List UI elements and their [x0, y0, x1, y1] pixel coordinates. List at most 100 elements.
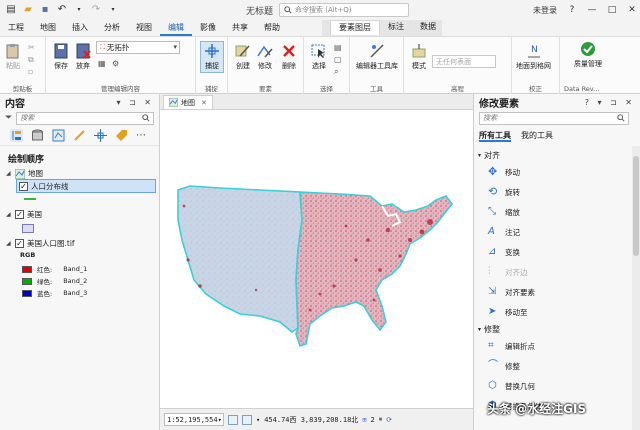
chevron-down-icon[interactable]: ▾ — [256, 416, 260, 424]
scroll-thumb[interactable] — [633, 156, 639, 256]
login-status[interactable]: 未登录 — [533, 5, 557, 16]
copy-path-icon[interactable]: ▫ — [28, 67, 33, 76]
align-feature-icon: ⇲ — [488, 286, 497, 297]
create-icon — [235, 45, 250, 57]
tool-reshape[interactable]: ⌒ 修整 — [488, 360, 520, 372]
tool-transform[interactable]: ⊿ 变换 — [488, 246, 520, 258]
layer3-visibility-checkbox[interactable]: ✓ — [15, 239, 24, 248]
snapping-view-icon[interactable] — [94, 129, 107, 142]
tab-map[interactable]: 地图 — [32, 21, 64, 36]
new-project-icon[interactable]: ▤ — [6, 5, 16, 15]
scale-select[interactable]: 1:52,195,554 ▾ — [164, 413, 224, 426]
refresh-icon[interactable]: ⟳ — [386, 416, 392, 424]
tool-align-features[interactable]: ⇲ 对齐要素 — [488, 286, 535, 298]
minimize-button[interactable]: — — [584, 5, 600, 15]
help-button[interactable]: ? — [564, 5, 580, 15]
scale-icon: ⤡ — [488, 206, 496, 217]
collapse-icon[interactable]: ◢ — [6, 211, 12, 218]
collapse-icon[interactable]: ◢ — [6, 240, 12, 247]
snap-button[interactable]: 捕捉 — [200, 41, 224, 73]
quality-management-button[interactable]: 质量管理 — [574, 41, 602, 69]
tab-view[interactable]: 视图 — [128, 21, 160, 36]
tab-project[interactable]: 工程 — [0, 21, 32, 36]
map-icon — [15, 168, 25, 179]
filter-icon[interactable]: ⏷ — [5, 113, 12, 123]
pane-controls[interactable]: ▾ ⊐ ✕ — [116, 98, 154, 107]
layer-population-lines[interactable]: ✓ 人口分布线 — [16, 179, 156, 193]
drawing-order-icon[interactable] — [10, 129, 23, 142]
tool-move-to[interactable]: ➤ 移动至 — [488, 306, 528, 318]
topology-select[interactable]: ⛶ 无拓扑 ▾ — [96, 41, 180, 54]
move-icon: ✥ — [488, 165, 498, 178]
tab-analysis[interactable]: 分析 — [96, 21, 128, 36]
more-icon[interactable]: ⋯ — [136, 130, 146, 141]
close-button[interactable]: ✕ — [624, 5, 640, 15]
pane-controls[interactable]: ? ▾ ⊐ ✕ — [585, 98, 635, 107]
layer2-visibility-checkbox[interactable]: ✓ — [15, 210, 24, 219]
tab-feature-layer[interactable]: 要素图层 — [330, 20, 380, 35]
tab-labeling[interactable]: 标注 — [380, 20, 412, 35]
cut-icon[interactable]: ✂ — [28, 43, 35, 52]
editor-tools-button[interactable]: 编辑器工具库 — [356, 43, 398, 71]
tool-annotation[interactable]: A 注记 — [488, 226, 520, 238]
contents-search-input[interactable]: 搜索 — [16, 111, 155, 125]
modify-button[interactable]: 修改 — [256, 43, 274, 71]
tab-insert[interactable]: 插入 — [64, 21, 96, 36]
tab-share[interactable]: 共享 — [224, 21, 256, 36]
zoom-selection-icon[interactable]: ⌕ — [334, 67, 338, 77]
redo-icon[interactable]: ↷ — [91, 5, 101, 15]
copy-icon[interactable]: ⧉ — [28, 55, 34, 65]
create-button[interactable]: 创建 — [234, 43, 252, 71]
labeling-view-icon[interactable] — [115, 129, 128, 142]
dropdown-icon[interactable]: ▾ — [74, 5, 84, 15]
map-tab[interactable]: 地图 ✕ — [163, 95, 213, 109]
manage-edits-icon[interactable]: ▦ — [98, 59, 106, 68]
us-population-map[interactable] — [160, 110, 473, 408]
category-align[interactable]: ▾ 对齐 — [478, 150, 500, 161]
maximize-button[interactable]: □ — [604, 5, 620, 15]
paste-button[interactable]: 粘贴 — [4, 43, 22, 71]
open-folder-icon[interactable]: ▰ — [23, 5, 33, 15]
save-edits-button[interactable]: 保存 — [52, 43, 70, 71]
layer1-visibility-checkbox[interactable]: ✓ — [19, 181, 28, 191]
layer-population-raster[interactable]: ◢ ✓ 美国人口图.tif — [6, 238, 75, 249]
close-tab-icon[interactable]: ✕ — [201, 99, 207, 107]
attributes-icon[interactable]: ▤ — [334, 43, 342, 52]
tool-scale[interactable]: ⤡ 缩放 — [488, 206, 520, 218]
tab-data[interactable]: 数据 — [412, 20, 444, 35]
grid-view-icon[interactable] — [228, 414, 238, 425]
save-icon[interactable]: ▪ — [40, 5, 50, 15]
tab-all-tools[interactable]: 所有工具 — [479, 130, 511, 142]
modify-scrollbar[interactable] — [632, 146, 640, 430]
category-reshape[interactable]: ▾ 修整 — [478, 324, 500, 335]
tab-help[interactable]: 帮助 — [256, 21, 288, 36]
command-search[interactable]: 命令搜索 (Alt+Q) — [279, 3, 409, 17]
discard-edits-button[interactable]: 放弃 — [74, 43, 92, 71]
map-node[interactable]: ◢ 地图 — [6, 168, 43, 179]
template-mode-button[interactable]: 模式 — [410, 43, 428, 71]
layer-usa[interactable]: ◢ ✓ 美国 — [6, 209, 42, 220]
pause-icon[interactable]: ⏸ — [379, 415, 383, 424]
customize-icon[interactable]: ▾ — [108, 5, 118, 15]
tool-move[interactable]: ✥ 移动 — [488, 166, 520, 178]
tab-edit[interactable]: 编辑 — [160, 21, 192, 36]
ground-to-grid-button[interactable]: N 地面到格网 — [516, 43, 551, 71]
editing-view-icon[interactable] — [73, 129, 86, 142]
select-button[interactable]: 选择 — [310, 43, 328, 71]
undo-icon[interactable]: ↶ — [57, 5, 67, 15]
tool-rotate[interactable]: ⟲ 旋转 — [488, 186, 520, 198]
tool-edit-vertices[interactable]: ⌗ 编辑折点 — [488, 340, 535, 352]
tab-imagery[interactable]: 影像 — [192, 21, 224, 36]
collapse-icon[interactable]: ◢ — [6, 170, 12, 177]
tool-replace-geometry[interactable]: ⬡ 替换几何 — [488, 380, 535, 392]
source-icon[interactable] — [31, 129, 44, 142]
clear-selection-icon[interactable]: ▢ — [334, 55, 342, 64]
surface-input[interactable]: 无任何表面 — [432, 55, 496, 68]
table-view-icon[interactable] — [242, 414, 252, 425]
map-canvas[interactable] — [160, 110, 473, 408]
tab-my-tools[interactable]: 我的工具 — [521, 130, 553, 142]
delete-button[interactable]: 删除 — [280, 43, 298, 71]
edit-settings-icon[interactable]: ⚙ — [112, 59, 119, 68]
modify-search-input[interactable]: 搜索 — [479, 111, 629, 125]
selection-view-icon[interactable] — [52, 129, 65, 142]
